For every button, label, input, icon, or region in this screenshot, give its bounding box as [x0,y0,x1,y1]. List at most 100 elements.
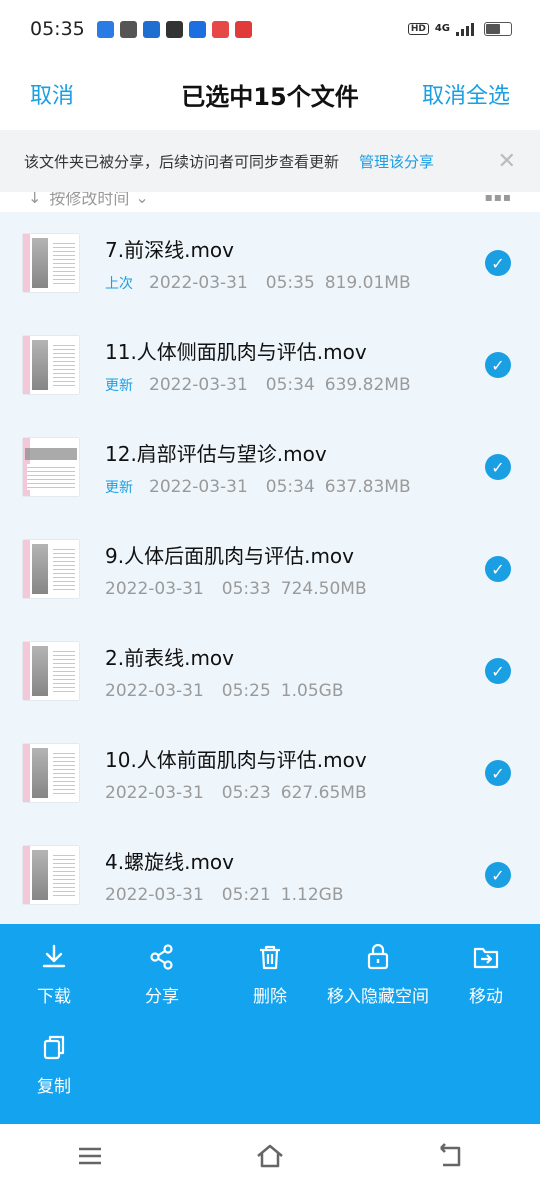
file-row[interactable]: 12.肩部评估与望诊.mov 更新 2022-03-31 05:34 637.8… [0,416,540,518]
file-thumbnail [23,336,79,394]
share-button[interactable]: 分享 [108,942,216,1007]
file-row[interactable]: 10.人体前面肌肉与评估.mov 2022-03-31 05:23 627.65… [0,722,540,824]
file-list: 7.前深线.mov 上次 2022-03-31 05:35 819.01MB ✓… [0,212,540,924]
file-size: 1.12GB [280,884,344,905]
file-row[interactable]: 2.前表线.mov 2022-03-31 05:25 1.05GB ✓ [0,620,540,722]
signal-icon [456,23,474,36]
menu-icon[interactable] [75,1141,105,1171]
page-title: 已选中15个文件 [181,82,359,111]
file-row[interactable]: 11.人体侧面肌肉与评估.mov 更新 2022-03-31 05:34 639… [0,314,540,416]
file-name: 2.前表线.mov [105,645,234,670]
file-size: 627.65MB [280,782,367,803]
file-time: 05:21 [221,884,271,905]
file-date: 2022-03-31 [149,374,248,395]
file-info: 10.人体前面肌肉与评估.mov 2022-03-31 05:23 627.65… [105,744,485,803]
file-meta: 更新 2022-03-31 05:34 637.83MB [105,477,485,497]
file-thumbnail [23,540,79,598]
checkmark-icon[interactable]: ✓ [485,250,511,276]
file-row[interactable]: 7.前深线.mov 上次 2022-03-31 05:35 819.01MB ✓ [0,212,540,314]
hd-badge: HD [407,23,429,35]
file-time: 05:34 [265,374,315,395]
share-icon [150,944,173,970]
file-name: 9.人体后面肌肉与评估.mov [105,543,354,568]
status-app-icons [96,20,252,38]
manage-share-link[interactable]: 管理该分享 [359,151,434,172]
file-thumbnail [23,744,79,802]
file-name: 12.肩部评估与望诊.mov [105,441,327,466]
file-meta: 2022-03-31 05:33 724.50MB [105,579,485,599]
file-size: 1.05GB [280,680,344,701]
file-thumbnail [23,438,79,496]
file-tag: 更新 [105,479,133,496]
battery-icon [484,22,512,36]
grid-view-icon[interactable]: ▪▪▪ [485,190,512,204]
copy-button[interactable]: 复制 [0,1032,108,1097]
file-tag: 上次 [105,275,133,292]
file-name: 11.人体侧面肌肉与评估.mov [105,339,367,364]
file-meta: 2022-03-31 05:25 1.05GB [105,681,485,701]
file-time: 05:34 [265,476,315,497]
file-name: 4.螺旋线.mov [105,849,234,874]
file-thumbnail [23,846,79,904]
bottom-toolbar: 下载 分享 删除 移入隐藏空间 移动 复制 [0,924,540,1124]
file-date: 2022-03-31 [149,476,248,497]
red-app-2-icon [234,20,252,38]
move-button[interactable]: 移动 [432,942,540,1007]
file-size: 819.01MB [324,272,411,293]
share-notice-text: 该文件夹已被分享，后续访问者可同步查看更新 [24,152,340,171]
file-time: 05:25 [221,680,271,701]
checkmark-icon[interactable]: ✓ [485,454,511,480]
file-info: 2.前表线.mov 2022-03-31 05:25 1.05GB [105,642,485,701]
file-date: 2022-03-31 [149,272,248,293]
file-time: 05:23 [221,782,271,803]
file-info: 12.肩部评估与望诊.mov 更新 2022-03-31 05:34 637.8… [105,438,485,497]
trash-icon [260,945,280,970]
file-meta: 更新 2022-03-31 05:34 639.82MB [105,375,485,395]
delete-button[interactable]: 删除 [216,942,324,1007]
file-time: 05:33 [221,578,271,599]
cancel-button[interactable]: 取消 [30,78,74,110]
checkmark-icon[interactable]: ✓ [485,862,511,888]
share-notice: 该文件夹已被分享，后续访问者可同步查看更新 管理该分享 ✕ [0,130,540,192]
hide-label: 移入隐藏空间 [327,987,429,1007]
file-info: 7.前深线.mov 上次 2022-03-31 05:35 819.01MB [105,234,485,293]
home-icon[interactable] [255,1141,285,1171]
file-date: 2022-03-31 [105,884,204,905]
mail-app-icon [165,20,183,38]
red-app-icon [211,20,229,38]
download-label: 下载 [37,987,71,1007]
cloud-app-icon [96,20,114,38]
status-time: 05:35 [30,18,85,40]
lock-icon [367,943,389,970]
file-name: 7.前深线.mov [105,237,234,262]
file-meta: 上次 2022-03-31 05:35 819.01MB [105,273,485,293]
file-meta: 2022-03-31 05:23 627.65MB [105,783,485,803]
file-name: 10.人体前面肌肉与评估.mov [105,747,367,772]
translate-app-icon [188,20,206,38]
file-row[interactable]: 9.人体后面肌肉与评估.mov 2022-03-31 05:33 724.50M… [0,518,540,620]
status-right: HD 4G [407,22,512,36]
checkmark-icon[interactable]: ✓ [485,352,511,378]
file-info: 11.人体侧面肌肉与评估.mov 更新 2022-03-31 05:34 639… [105,336,485,395]
deselect-all-button[interactable]: 取消全选 [422,78,510,110]
file-thumbnail [23,642,79,700]
download-button[interactable]: 下载 [0,942,108,1007]
file-size: 639.82MB [324,374,411,395]
file-thumbnail [23,234,79,292]
close-icon[interactable]: ✕ [498,149,516,174]
file-info: 4.螺旋线.mov 2022-03-31 05:21 1.12GB [105,846,485,905]
share-label: 分享 [145,987,179,1007]
checkmark-icon[interactable]: ✓ [485,760,511,786]
download-icon [42,944,66,968]
checkmark-icon[interactable]: ✓ [485,556,511,582]
copy-label: 复制 [37,1077,71,1097]
file-row[interactable]: 4.螺旋线.mov 2022-03-31 05:21 1.12GB ✓ [0,824,540,924]
checkmark-icon[interactable]: ✓ [485,658,511,684]
system-nav-bar [0,1124,540,1188]
back-icon[interactable] [435,1141,465,1171]
hide-button[interactable]: 移入隐藏空间 [324,942,432,1007]
folder-move-icon [473,947,499,969]
file-size: 637.83MB [324,476,411,497]
shield-app-icon [142,20,160,38]
move-label: 移动 [469,987,503,1007]
